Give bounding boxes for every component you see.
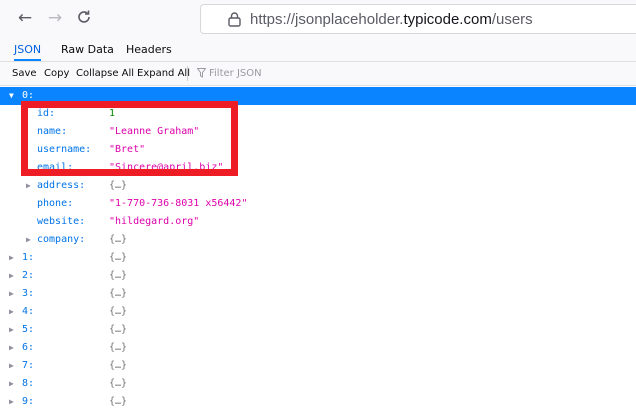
row-key: 2: — [22, 270, 35, 281]
collapsed-triangle-icon[interactable]: ▶ — [26, 177, 31, 195]
toolbar-divider — [187, 66, 188, 81]
row-key: 3: — [22, 288, 35, 299]
row-key: 6: — [22, 342, 35, 353]
reload-icon[interactable] — [75, 9, 93, 27]
tab-raw-data[interactable]: Raw Data — [61, 38, 114, 61]
collapse-all-button[interactable]: Collapse All — [76, 62, 134, 85]
row-value: {…} — [109, 252, 128, 263]
save-button[interactable]: Save — [12, 62, 37, 85]
address-bar[interactable]: https://jsonplaceholder.typicode.com/use… — [200, 4, 636, 34]
row-value: {…} — [109, 396, 128, 407]
tree-row[interactable]: ▶ 9: {…} — [0, 393, 636, 411]
collapsed-triangle-icon[interactable]: ▶ — [9, 267, 14, 285]
row-key: 9: — [22, 396, 35, 407]
row-value: {…} — [109, 342, 128, 353]
json-viewer-tabs: JSON Raw Data Headers — [0, 38, 636, 62]
tree-row[interactable]: ▶ 2: {…} — [0, 267, 636, 285]
row-value: {…} — [109, 270, 128, 281]
collapsed-triangle-icon[interactable]: ▶ — [9, 303, 14, 321]
row-key: address: — [37, 180, 86, 191]
row-value: {…} — [109, 288, 128, 299]
row-value: {…} — [109, 234, 128, 245]
tree-row[interactable]: ▶ 8: {…} — [0, 375, 636, 393]
collapsed-triangle-icon[interactable]: ▶ — [9, 393, 14, 411]
collapsed-triangle-icon[interactable]: ▶ — [9, 375, 14, 393]
tree-row[interactable]: ▶ 6: {…} — [0, 339, 636, 357]
filter-json-input[interactable]: Filter JSON — [196, 62, 262, 85]
tree-row[interactable]: ▶ address: {…} — [0, 177, 636, 195]
highlight-annotation-box — [21, 101, 238, 176]
collapsed-triangle-icon[interactable]: ▶ — [9, 357, 14, 375]
row-key: 7: — [22, 360, 35, 371]
row-value: "hildegard.org" — [109, 216, 200, 227]
expand-all-button[interactable]: Expand All — [137, 62, 190, 85]
collapsed-triangle-icon[interactable]: ▶ — [9, 339, 14, 357]
row-value: {…} — [109, 378, 128, 389]
tree-row[interactable]: ▶ 1: {…} — [0, 249, 636, 267]
row-value: {…} — [109, 324, 128, 335]
url-path: /users — [491, 11, 533, 28]
tab-headers[interactable]: Headers — [126, 38, 172, 61]
row-key: company: — [37, 234, 86, 245]
url-prefix: https://jsonplaceholder. — [250, 11, 404, 28]
tree-row[interactable]: ▶ 5: {…} — [0, 321, 636, 339]
lock-icon — [228, 12, 241, 27]
json-toolbar: Save Copy Collapse All Expand All Filter… — [0, 62, 636, 86]
tree-row[interactable]: ▶ company: {…} — [0, 231, 636, 249]
row-key: phone: — [37, 198, 74, 209]
row-value: {…} — [109, 306, 128, 317]
row-key: 5: — [22, 324, 35, 335]
tree-row[interactable]: phone: "1-770-736-8031 x56442" — [0, 195, 636, 213]
tab-json[interactable]: JSON — [14, 38, 42, 61]
row-value: "1-770-736-8031 x56442" — [109, 198, 248, 209]
row-key: 4: — [22, 306, 35, 317]
copy-button[interactable]: Copy — [44, 62, 69, 85]
collapsed-triangle-icon[interactable]: ▶ — [26, 231, 31, 249]
back-arrow-icon[interactable]: ← — [16, 9, 34, 27]
row-key: website: — [37, 216, 86, 227]
tree-row[interactable]: ▶ 7: {…} — [0, 357, 636, 375]
filter-icon — [196, 68, 207, 78]
url-text: https://jsonplaceholder.typicode.com/use… — [250, 11, 533, 28]
expanded-triangle-icon[interactable]: ▼ — [9, 87, 14, 105]
row-key: 1: — [22, 252, 35, 263]
tree-row[interactable]: website: "hildegard.org" — [0, 213, 636, 231]
row-value: {…} — [109, 360, 128, 371]
collapsed-triangle-icon[interactable]: ▶ — [9, 249, 14, 267]
browser-toolbar: ← → https://jsonplaceholder.typicode.com… — [0, 0, 636, 38]
url-domain: typicode.com — [403, 11, 492, 28]
row-key: 8: — [22, 378, 35, 389]
collapsed-triangle-icon[interactable]: ▶ — [9, 321, 14, 339]
tree-row[interactable]: ▶ 4: {…} — [0, 303, 636, 321]
collapsed-triangle-icon[interactable]: ▶ — [9, 285, 14, 303]
forward-arrow-icon[interactable]: → — [46, 9, 64, 27]
filter-placeholder: Filter JSON — [209, 68, 262, 79]
tree-row[interactable]: ▶ 3: {…} — [0, 285, 636, 303]
row-value: {…} — [109, 180, 128, 191]
